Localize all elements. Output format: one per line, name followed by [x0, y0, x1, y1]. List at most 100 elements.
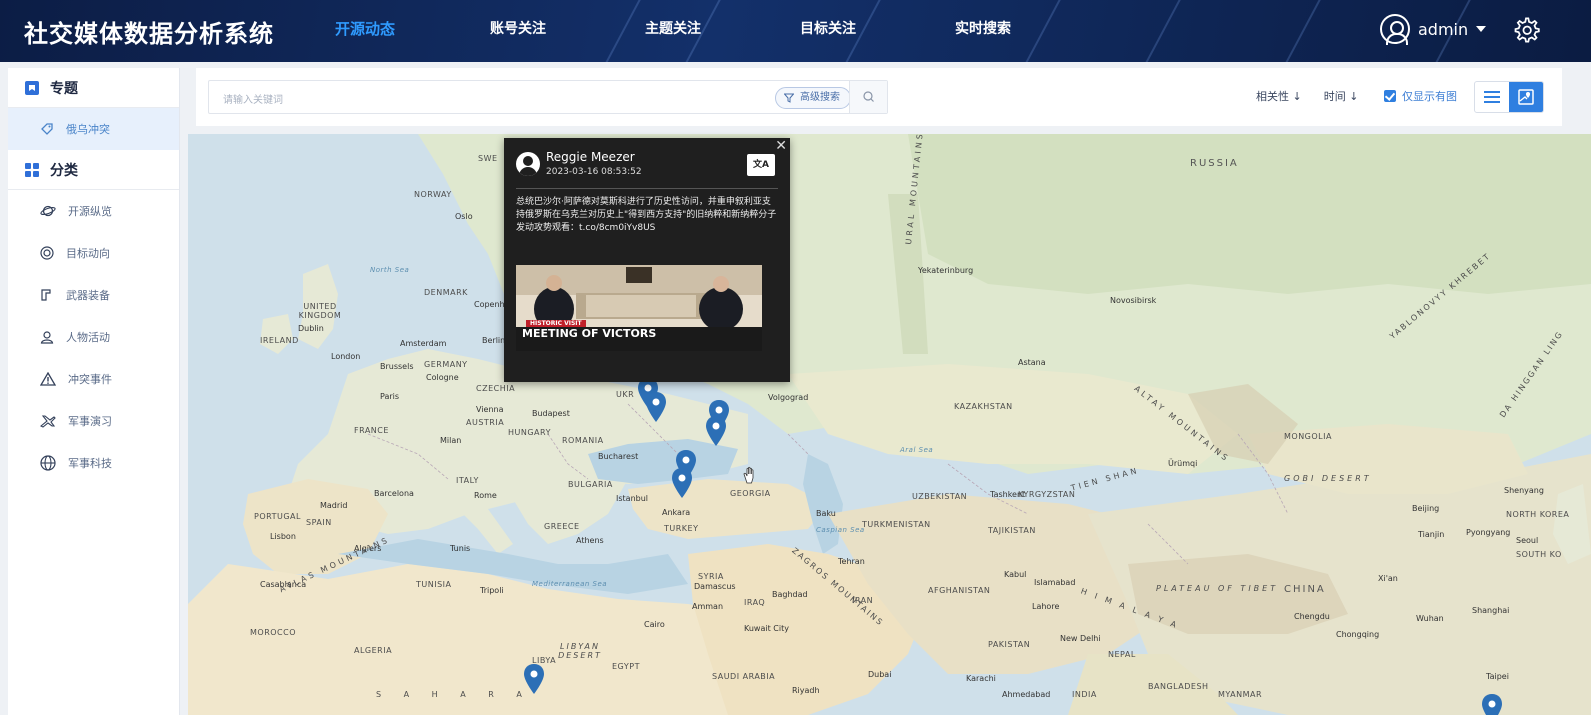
list-view-button[interactable] [1475, 82, 1509, 112]
map-label-mongolia: MONGOLIA [1284, 432, 1332, 441]
sidebar-item-russia-ukraine[interactable]: 俄乌冲突 [8, 108, 179, 150]
map-label-seoul: Seoul [1516, 536, 1539, 545]
map-marker-pin-4[interactable] [706, 416, 726, 446]
map-label-chongqing: Chongqing [1336, 630, 1380, 639]
sidebar-item-exercises[interactable]: 军事演习 [8, 400, 179, 442]
gear-icon[interactable] [1512, 16, 1540, 44]
sidebar-item-target-movements[interactable]: 目标动向 [8, 232, 179, 274]
map-view[interactable]: RUSSIA NORWAY SWE Oslo North Sea DENMARK… [188, 134, 1591, 715]
map-label-milan: Milan [440, 436, 462, 445]
map-label-uk: UNITED KINGDOM [298, 302, 342, 320]
sort-time[interactable]: 时间 ↓ [1324, 88, 1359, 104]
search-button[interactable] [849, 81, 887, 113]
map-marker-pin-2[interactable] [646, 392, 666, 422]
sidebar-topic-header[interactable]: 专题 [8, 68, 179, 108]
user-avatar-icon [1380, 14, 1410, 45]
target-icon [40, 246, 54, 260]
sidebar-item-overview[interactable]: 开源纵览 [8, 190, 179, 232]
map-label-cairo: Cairo [644, 620, 665, 629]
map-label-bulgaria: BULGARIA [568, 480, 613, 489]
map-label-bucharest: Bucharest [598, 452, 639, 461]
map-label-islamabad: Islamabad [1034, 578, 1076, 587]
map-label-sweden: SWE [478, 154, 498, 163]
search-input[interactable]: 请输入关键词 高级搜索 [208, 80, 888, 114]
sidebar-item-label: 军事科技 [68, 457, 112, 470]
map-label-urumqi: Ürümqi [1168, 459, 1198, 468]
only-images-label: 仅显示有图 [1402, 90, 1457, 103]
map-label-shenyang: Shenyang [1504, 486, 1544, 495]
post-time: 2023-03-16 08:53:52 [546, 167, 642, 177]
map-label-czechia: CZECHIA [476, 384, 516, 393]
map-label-italy: ITALY [456, 476, 479, 485]
nav-tab-realtime-search[interactable]: 实时搜索 [920, 0, 1075, 62]
map-label-athens: Athens [576, 536, 604, 545]
map-label-baghdad: Baghdad [772, 590, 808, 599]
post-popup: ✕ Reggie Meezer 2023-03-16 08:53:52 文A 总… [504, 138, 790, 382]
sort-relevance[interactable]: 相关性 ↓ [1256, 88, 1302, 104]
map-label-lahore: Lahore [1032, 602, 1060, 611]
map-label-north-sea: North Sea [370, 266, 410, 274]
sidebar-item-label: 人物活动 [66, 331, 110, 344]
map-label-tehran: Tehran [838, 557, 865, 566]
advanced-search-label: 高级搜索 [800, 92, 840, 103]
hand-cursor-icon [743, 466, 754, 484]
user-menu[interactable]: admin [1380, 13, 1487, 45]
map-marker-pin-6[interactable] [672, 468, 692, 498]
sidebar-item-people[interactable]: 人物活动 [8, 316, 179, 358]
sidebar-item-label: 开源纵览 [68, 205, 112, 218]
nav-tab-accounts[interactable]: 账号关注 [455, 0, 610, 62]
checkbox-checked-icon [1384, 90, 1396, 102]
popup-divider [516, 188, 778, 189]
map-label-amsterdam: Amsterdam [400, 339, 447, 348]
map-pin-icon [1518, 89, 1534, 105]
map-label-shanghai: Shanghai [1472, 606, 1510, 615]
post-image[interactable]: HISTORIC VISIT MEETING OF VICTORS [516, 265, 762, 351]
map-label-mediterranean: Mediterranean Sea [532, 580, 608, 588]
map-label-south-korea: SOUTH KO [1516, 550, 1562, 559]
map-label-tajikistan: TAJIKISTAN [988, 526, 1036, 535]
advanced-search-button[interactable]: 高级搜索 [775, 87, 851, 109]
map-label-cologne: Cologne [426, 373, 459, 382]
nav-tab-targets[interactable]: 目标关注 [765, 0, 920, 62]
person-icon [40, 331, 54, 344]
map-view-button[interactable] [1509, 82, 1543, 112]
map-label-volgograd: Volgograd [768, 393, 809, 402]
view-toggle [1474, 81, 1544, 113]
map-label-riyadh: Riyadh [792, 686, 820, 695]
warning-icon [40, 372, 56, 386]
author-name[interactable]: Reggie Meezer [546, 150, 635, 164]
map-label-novosibirsk: Novosibirsk [1110, 296, 1157, 305]
grid-icon [25, 162, 39, 177]
map-label-dubai: Dubai [868, 670, 892, 679]
sidebar-category-header[interactable]: 分类 [8, 150, 179, 190]
map-label-afghanistan: AFGHANISTAN [928, 586, 991, 595]
map-marker-pin-7[interactable] [524, 664, 544, 694]
map-label-amman: Amman [692, 602, 724, 611]
weapon-icon [41, 289, 51, 301]
map-label-germany: GERMANY [424, 360, 468, 369]
map-label-tunis: Tunis [450, 544, 471, 553]
sidebar-item-technology[interactable]: 军事科技 [8, 442, 179, 484]
map-label-georgia: GEORGIA [730, 489, 771, 498]
map-label-baku: Baku [816, 509, 836, 518]
map-label-paris: Paris [380, 392, 400, 401]
translate-button[interactable]: 文A [747, 154, 775, 176]
map-basemap [188, 134, 1591, 715]
search-placeholder: 请输入关键词 [223, 95, 283, 106]
nav-tab-open-source[interactable]: 开源动态 [300, 0, 455, 62]
close-icon[interactable]: ✕ [775, 138, 787, 154]
map-marker-pin-8[interactable] [1482, 694, 1502, 715]
map-label-kyrgyzstan: KYRGYZSTAN [1018, 490, 1076, 499]
nav-tab-topics[interactable]: 主题关注 [610, 0, 765, 62]
only-images-checkbox[interactable]: 仅显示有图 [1384, 88, 1457, 104]
map-label-brussels: Brussels [380, 362, 414, 371]
map-label-caspian: Caspian Sea [816, 526, 865, 534]
map-label-rome: Rome [474, 491, 497, 500]
sidebar-item-weapons[interactable]: 武器装备 [8, 274, 179, 316]
map-label-bangladesh: BANGLADESH [1148, 682, 1209, 691]
map-label-kazakhstan: KAZAKHSTAN [954, 402, 1013, 411]
sidebar-category-label: 分类 [50, 162, 78, 179]
sidebar-item-conflicts[interactable]: 冲突事件 [8, 358, 179, 400]
sidebar-topic-label: 专题 [50, 80, 78, 97]
username: admin [1418, 19, 1469, 39]
